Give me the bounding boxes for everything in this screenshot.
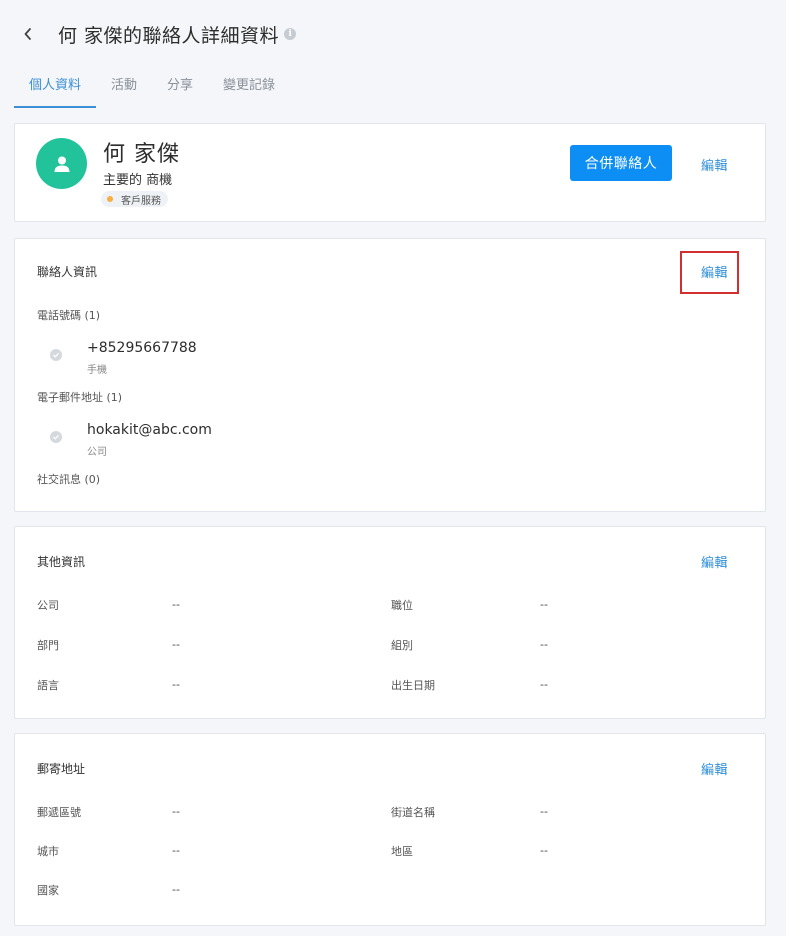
- phone-heading: 電話號碼 (1): [37, 309, 101, 322]
- status-badge: 客戶服務: [101, 191, 168, 207]
- email-type: 公司: [87, 447, 107, 458]
- contact-detail-page: 何 家傑的聯絡人詳細資料 i 個人資料 活動 分享 變更記錄 何 家傑 主要的 …: [0, 0, 776, 936]
- email-heading: 電子郵件地址 (1): [37, 391, 123, 404]
- mailing-address-card: 郵寄地址 編輯 郵遞區號 -- 街道名稱 -- 城市 -- 地區 -- 國家 -…: [14, 733, 766, 926]
- page-header: 何 家傑的聯絡人詳細資料 i: [14, 18, 297, 50]
- tab-bar: 個人資料 活動 分享 變更記錄: [14, 66, 766, 108]
- field-value: --: [540, 678, 548, 691]
- field-value: --: [172, 598, 180, 611]
- field-label: 語言: [37, 679, 59, 692]
- mailing-address-edit-link[interactable]: 編輯: [701, 759, 728, 778]
- field-value: --: [540, 844, 548, 857]
- field-label: 公司: [37, 599, 59, 612]
- tab-share[interactable]: 分享: [152, 66, 208, 108]
- page-title: 何 家傑的聯絡人詳細資料: [58, 24, 280, 47]
- field-value: --: [172, 883, 180, 896]
- check-icon: [50, 431, 62, 443]
- field-label: 街道名稱: [391, 806, 435, 819]
- profile-edit-link[interactable]: 編輯: [701, 155, 728, 174]
- email-value: hokakit@abc.com: [87, 422, 212, 438]
- phone-type: 手機: [87, 365, 107, 376]
- other-info-title: 其他資訊: [37, 555, 86, 569]
- tab-profile[interactable]: 個人資料: [14, 66, 97, 108]
- status-badge-label: 客戶服務: [121, 195, 161, 207]
- field-label: 郵遞區號: [37, 806, 81, 819]
- field-label: 出生日期: [391, 679, 435, 692]
- field-label: 國家: [37, 884, 59, 897]
- field-label: 職位: [391, 599, 413, 612]
- other-info-edit-link[interactable]: 編輯: [701, 552, 728, 571]
- contact-name: 何 家傑: [103, 142, 180, 167]
- other-info-card: 其他資訊 編輯 公司 -- 職位 -- 部門 -- 組別 -- 語言 -- 出生…: [14, 526, 766, 719]
- field-label: 城市: [37, 845, 59, 858]
- field-value: --: [540, 805, 548, 818]
- profile-card: 何 家傑 主要的 商機 客戶服務 合併聯絡人 編輯: [14, 123, 766, 222]
- merge-contact-button[interactable]: 合併聯絡人: [570, 145, 672, 181]
- tab-change-log[interactable]: 變更記錄: [208, 66, 290, 108]
- back-button[interactable]: [14, 20, 42, 48]
- field-value: --: [172, 805, 180, 818]
- chevron-left-icon: [24, 28, 31, 40]
- tab-activity[interactable]: 活動: [96, 66, 152, 108]
- highlight-box: [680, 251, 739, 294]
- contact-subtitle: 主要的 商機: [103, 173, 173, 188]
- field-value: --: [172, 678, 180, 691]
- status-dot-icon: [107, 196, 113, 202]
- field-value: --: [540, 638, 548, 651]
- field-label: 組別: [391, 639, 413, 652]
- contact-info-card: 聯絡人資訊 編輯 電話號碼 (1) +85295667788 手機 電子郵件地址…: [14, 238, 766, 512]
- phone-value: +85295667788: [87, 340, 197, 356]
- field-label: 地區: [391, 845, 413, 858]
- field-value: --: [172, 844, 180, 857]
- user-icon: [54, 156, 69, 172]
- social-heading: 社交訊息 (0): [37, 473, 101, 486]
- mailing-address-title: 郵寄地址: [37, 762, 86, 776]
- field-label: 部門: [37, 639, 59, 652]
- avatar: [36, 138, 87, 189]
- field-value: --: [540, 598, 548, 611]
- field-value: --: [172, 638, 180, 651]
- contact-info-title: 聯絡人資訊: [37, 265, 98, 279]
- check-icon: [50, 349, 62, 361]
- info-icon[interactable]: i: [284, 28, 297, 40]
